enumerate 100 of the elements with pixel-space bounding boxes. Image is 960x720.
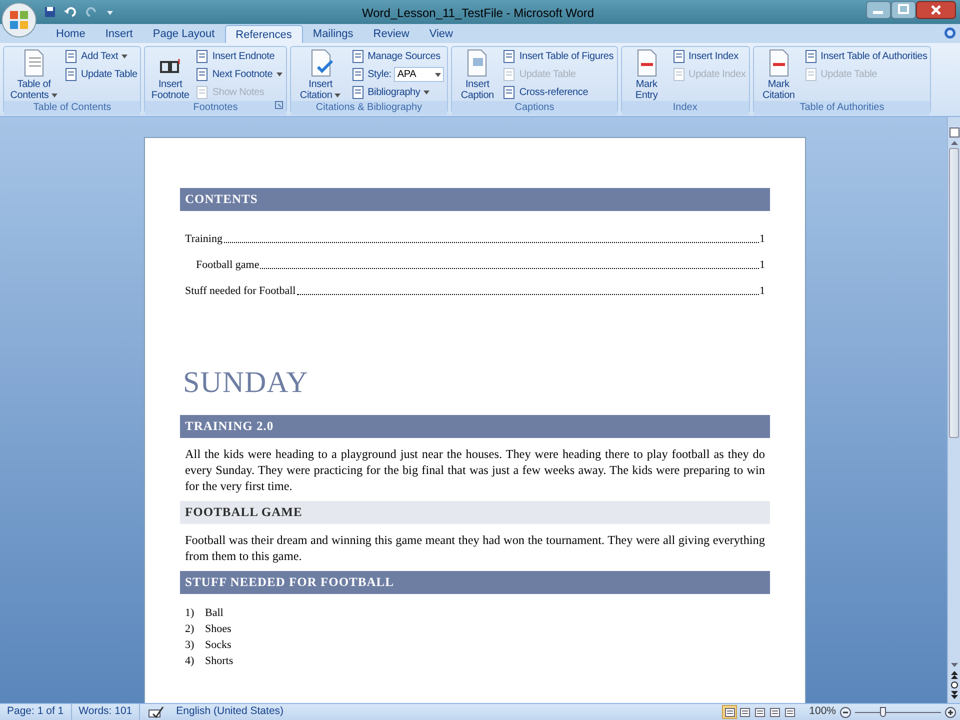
ribbon-tab[interactable]: References <box>224 25 303 43</box>
list-number: 1) <box>185 606 196 621</box>
view-button[interactable] <box>767 705 782 719</box>
document-icon <box>672 68 686 81</box>
scrollbar-thumb[interactable] <box>949 148 959 438</box>
toc-entry[interactable]: Football game 1 <box>180 247 770 273</box>
section-heading: STUFF NEEDED FOR FOOTBALL <box>180 571 770 594</box>
word-count[interactable]: Words: 101 <box>72 704 140 720</box>
minimize-button[interactable] <box>866 1 891 19</box>
large-ribbon-button[interactable]: Mark Citation <box>762 49 795 101</box>
toc-entry[interactable]: Training 1 <box>180 221 770 247</box>
ribbon-tab[interactable]: Insert <box>95 25 143 43</box>
ribbon-button[interactable]: Insert Index <box>672 49 746 64</box>
zoom-level[interactable]: 100% <box>809 704 836 720</box>
list-item: Shoes <box>205 622 232 637</box>
language-status[interactable]: English (United States) <box>172 704 288 720</box>
ribbon-button[interactable]: Bibliography <box>350 85 444 100</box>
body-paragraph: All the kids were heading to a playground just near the houses. They were heading there to play football as they do every Sunday. They were practicing for the big final that was just a few weeks away. The kids were preparing to win for the very first time. <box>184 446 766 495</box>
maximize-button[interactable] <box>891 1 916 19</box>
document-icon <box>64 50 78 63</box>
document-icon <box>672 50 686 63</box>
document-icon <box>195 86 210 99</box>
group-label: Footnotes <box>145 101 286 115</box>
undo-icon <box>64 6 78 18</box>
document-icon <box>804 50 818 63</box>
page-view-icon <box>754 708 765 716</box>
proofing-icon <box>148 706 164 718</box>
ribbon-button[interactable]: Insert Table of Figures <box>502 49 614 64</box>
section-heading: FOOTBALL GAME <box>180 501 770 524</box>
zoom-in-icon <box>945 706 956 718</box>
list-item: Ball <box>205 606 224 621</box>
body-paragraph: Football was their dream and winning this game meant they had won the tournament. They were all giving everything from them to this game. <box>184 532 766 565</box>
dialog-launcher-icon[interactable] <box>274 101 283 109</box>
document-icon <box>350 68 365 81</box>
save-icon <box>44 6 56 18</box>
ribbon-button[interactable]: Insert Endnote <box>195 49 283 64</box>
document-icon <box>502 68 516 81</box>
ribbon-button[interactable]: Add Text <box>64 49 138 64</box>
ribbon-button[interactable]: Update Table <box>64 67 138 82</box>
large-ribbon-button[interactable]: Insert Caption <box>460 49 494 101</box>
ribbon-tab[interactable]: Page Layout <box>142 25 225 43</box>
large-ribbon-button[interactable]: Insert Footnote <box>151 49 190 101</box>
document-title: SUNDAY <box>182 365 310 401</box>
large-ribbon-button[interactable]: Mark Entry <box>634 49 660 101</box>
list-number: 4) <box>185 654 196 669</box>
section-heading: CONTENTS <box>180 188 770 211</box>
group-label: Captions <box>452 101 617 115</box>
zoom-out-icon <box>840 706 851 718</box>
style-label: Style: <box>368 68 392 82</box>
ribbon-button[interactable]: Next Footnote <box>195 67 283 82</box>
document-icon <box>502 50 516 63</box>
document-icon <box>195 50 210 63</box>
list-item: Socks <box>205 638 232 653</box>
large-ribbon-button[interactable]: Insert Citation <box>294 49 348 101</box>
view-button[interactable] <box>737 705 752 719</box>
page-count[interactable]: Page: 1 of 1 <box>0 704 72 720</box>
ribbon-tab[interactable]: Mailings <box>302 25 364 43</box>
list-item: Shorts <box>205 654 234 669</box>
close-button[interactable] <box>916 1 956 19</box>
vertical-scrollbar[interactable] <box>947 117 960 703</box>
ruler-icon <box>948 127 960 138</box>
browse-object-icon <box>948 680 960 690</box>
ribbon-button[interactable]: Manage Sources <box>350 49 444 64</box>
page-view-icon <box>770 708 780 716</box>
page-view-icon <box>724 708 735 716</box>
document-icon <box>195 68 210 81</box>
view-button[interactable] <box>722 705 738 719</box>
document-icon <box>350 86 365 99</box>
zoom-slider[interactable] <box>855 707 941 717</box>
list-number: 3) <box>185 638 196 653</box>
ribbon-tab[interactable]: View <box>419 25 463 43</box>
ribbon-tab[interactable]: Home <box>46 25 96 43</box>
help-icon <box>944 27 956 39</box>
document-icon <box>804 68 818 81</box>
section-heading: TRAINING 2.0 <box>180 415 770 438</box>
page-view-icon <box>784 708 795 716</box>
group-label: Table of Contents <box>4 101 140 115</box>
list-number: 2) <box>185 622 196 637</box>
document-icon <box>350 50 365 63</box>
view-button[interactable] <box>752 705 768 719</box>
toc-entry[interactable]: Stuff needed for Football 1 <box>180 273 770 299</box>
large-ribbon-button[interactable]: Table of Contents <box>7 49 61 101</box>
ribbon-button[interactable]: Insert Table of Authorities <box>804 49 928 64</box>
view-button[interactable] <box>782 705 798 719</box>
redo-icon <box>86 6 98 18</box>
group-label: Citations & Bibliography <box>290 101 448 115</box>
document-icon <box>64 68 78 81</box>
page-view-icon <box>740 708 750 716</box>
group-label: Index <box>622 101 749 115</box>
next-page-icon <box>948 690 960 700</box>
ribbon-button[interactable]: Cross-reference <box>502 85 614 100</box>
document-icon <box>502 86 516 99</box>
customize-caret-icon <box>106 8 114 16</box>
ribbon-tab[interactable]: Review <box>363 25 420 43</box>
previous-page-icon <box>948 670 960 680</box>
window-title: Word_Lesson_11_TestFile - Microsoft Word <box>362 5 594 22</box>
caret-icon <box>435 72 442 76</box>
slider-thumb[interactable] <box>880 707 886 717</box>
group-label: Table of Authorities <box>754 101 930 115</box>
style-dropdown[interactable]: APA <box>394 67 444 82</box>
